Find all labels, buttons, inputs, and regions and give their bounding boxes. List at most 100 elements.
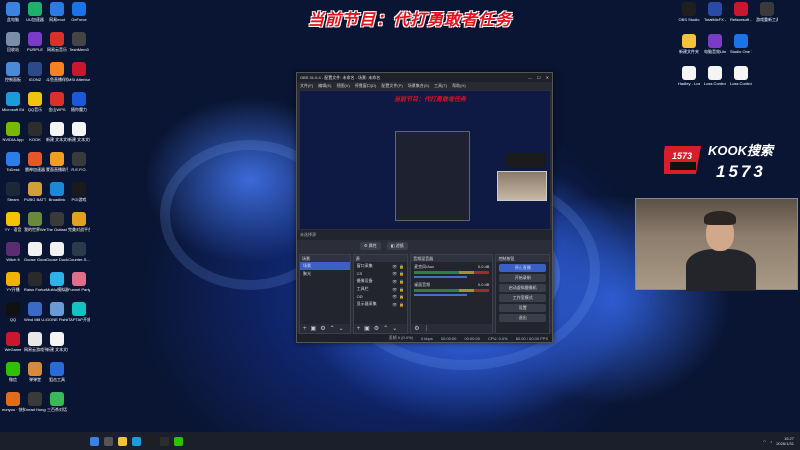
source-item[interactable]: OD 👁 🔒 [354,293,408,300]
visibility-icon[interactable]: 👁 [392,264,397,269]
wifi-icon[interactable]: ◠ [763,439,767,444]
desktop-icon[interactable]: QQ [2,302,24,322]
desktop-icon[interactable]: PUBG BATTLEGR... [24,182,46,202]
desktop-icon[interactable]: PGI游戏 [68,182,90,202]
obs-menu-item[interactable]: 场景集合(S) [408,83,429,89]
source-item[interactable]: CS 👁 🔒 [354,270,408,277]
clock[interactable]: 15:27 2026/1/31 [776,436,794,446]
visibility-icon[interactable]: 👁 [392,294,397,299]
desktop-icon[interactable]: 狙击工具 [46,362,68,382]
trash-icon[interactable]: ▣ [364,325,370,332]
desktop-icon[interactable]: Hadley - Loser Control... [678,66,700,86]
properties-button[interactable]: ⚙ 属性 [360,242,381,250]
desktop-icon[interactable]: TeshMem3 [68,32,90,52]
desktop-icon[interactable]: ToDesk [2,152,24,172]
lock-icon[interactable]: 🔒 [399,279,404,284]
desktop-icon[interactable]: OBS Studio [678,2,700,22]
desktop-icon[interactable]: Wind Mill U-BANK [24,302,46,322]
settings-icon[interactable]: ⚙ [414,325,419,332]
volume-slider[interactable] [414,276,467,278]
desktop-icon[interactable]: Refacesoft - 快捷方式 [730,2,752,22]
visibility-icon[interactable]: 👁 [392,271,397,276]
obs-menu-item[interactable]: 配置文件(P) [381,83,402,89]
desktop-icon[interactable]: 控制面板 [2,62,24,82]
desktop-icon[interactable]: 新建文件夹 [678,34,700,54]
desktop-icon[interactable]: MSI Afterburner [68,62,90,82]
volume-icon[interactable]: ♪ [770,439,772,444]
filters-button[interactable]: ◧ 滤镜 [386,242,408,250]
visibility-icon[interactable]: 👁 [392,302,397,307]
desktop-icon[interactable]: UU加速器 [24,2,46,22]
lock-icon[interactable]: 🔒 [399,264,404,269]
obs-menu-item[interactable]: 编辑(E) [318,83,331,89]
down-icon[interactable]: ⌄ [392,325,397,332]
kook-taskbar-icon[interactable] [160,436,169,446]
desktop-icon[interactable]: YY开播 [2,272,24,292]
start-icon[interactable] [90,436,99,446]
desktop-icon[interactable]: 新建 文本文档 [68,122,90,142]
maximize-icon[interactable]: ☐ [537,75,541,80]
desktop-icon[interactable]: Broadlink [46,182,68,202]
desktop-icon[interactable]: NVIDIA App [2,122,24,142]
desktop-icon[interactable]: Witch It [2,242,24,262]
source-item[interactable]: 显示器采集 👁 🔒 [354,300,408,308]
desktop-icon[interactable]: TAPTAP开放平台 [68,302,90,322]
scene-item[interactable]: 聚光 [300,270,350,278]
desktop-icon[interactable]: 斗鱼直播伴侣 [46,62,68,82]
desktop-icon[interactable]: MuMu模拟器 [46,272,68,292]
lock-icon[interactable]: 🔒 [399,302,404,307]
wechat-taskbar-icon[interactable] [174,436,183,446]
desktop-icon[interactable]: 弹弹堂 [24,362,46,382]
close-icon[interactable]: ✕ [546,75,549,80]
virtual-camera-button[interactable]: 启动虚拟摄像机 [499,284,546,292]
desktop-icon[interactable]: TotalMixFX - 快捷方式 [704,2,726,22]
desktop-icon[interactable]: 我的世界WeGame [24,212,46,232]
obs-taskbar-icon[interactable] [146,436,155,446]
desktop-icon[interactable]: QQ音乐 [24,92,46,112]
obs-menu-item[interactable]: 停靠窗口(D) [355,83,377,89]
settings-icon[interactable]: ⚙ [374,325,379,332]
desktop-icon[interactable]: 网易云音乐 [46,32,68,52]
desktop-icon[interactable]: Dread Hunger [24,392,46,412]
desktop-icon[interactable]: Loss Control 快捷... [704,66,726,86]
start-recording-button[interactable]: 开始录制 [499,274,546,282]
desktop-icon[interactable]: WeGame [2,332,24,352]
desktop-icon[interactable]: 随你魔力 [68,92,90,112]
obs-window[interactable]: OBS 31.0.4 - 配置文件: 未命名 - 场景: 未命名 — ☐ ✕ 文… [296,72,553,343]
menu-icon[interactable]: ⋮ [424,325,430,332]
desktop-icon[interactable]: Microsoft Edge [2,92,24,112]
settings-button[interactable]: 设置 [499,304,546,312]
add-icon[interactable]: + [303,326,307,332]
desktop-icon[interactable]: Loss Control-8... [730,66,752,86]
desktop-icon[interactable]: 蒙面直播助手 [46,152,68,172]
desktop-icon[interactable]: 网易云游戏平台 [24,332,46,352]
source-item[interactable]: 摄像设备 👁 🔒 [354,277,408,285]
down-icon[interactable]: ⌄ [339,325,344,332]
desktop-icon[interactable]: Steam [2,182,24,202]
obs-menu-item[interactable]: 视图(V) [336,83,349,89]
scene-item[interactable]: 场景 [300,262,350,270]
desktop-icon[interactable]: GeForce [68,2,90,22]
obs-titlebar[interactable]: OBS 31.0.4 - 配置文件: 未命名 - 场景: 未命名 — ☐ ✕ [297,73,552,82]
desktop-icon[interactable]: 金山WPS [46,92,68,112]
obs-preview[interactable]: 当前节目：代打勇敢者任务 [300,91,550,229]
desktop-icon[interactable]: eunyou · 快捷方式 [2,392,24,412]
search-icon[interactable] [104,436,113,446]
desktop-icon[interactable]: iGONZ [24,62,46,82]
lock-icon[interactable]: 🔒 [399,294,404,299]
desktop-icon[interactable]: PURPLE [24,32,46,52]
trash-icon[interactable]: ▣ [311,325,317,332]
desktop-icon[interactable]: 新建 文本文档 [46,122,68,142]
obs-menu-item[interactable]: 文件(F) [300,83,313,89]
obs-menu-item[interactable]: 工具(T) [434,83,447,89]
desktop-icon[interactable]: 游戏重新工具箱 - 快捷方式 [756,2,778,22]
desktop-icon[interactable]: Raiso Fortune [24,272,46,292]
minimize-icon[interactable]: — [528,75,532,80]
file-explorer-icon[interactable] [118,436,127,446]
source-item[interactable]: 工具栏 👁 🔒 [354,285,408,293]
visibility-icon[interactable]: 👁 [392,279,397,284]
desktop-icon[interactable]: 雷神加速器 [24,152,46,172]
studio-mode-button[interactable]: 工作室模式 [499,294,546,302]
desktop-icon[interactable]: The Outlast Trials [46,212,68,232]
up-icon[interactable]: ⌃ [330,325,335,332]
